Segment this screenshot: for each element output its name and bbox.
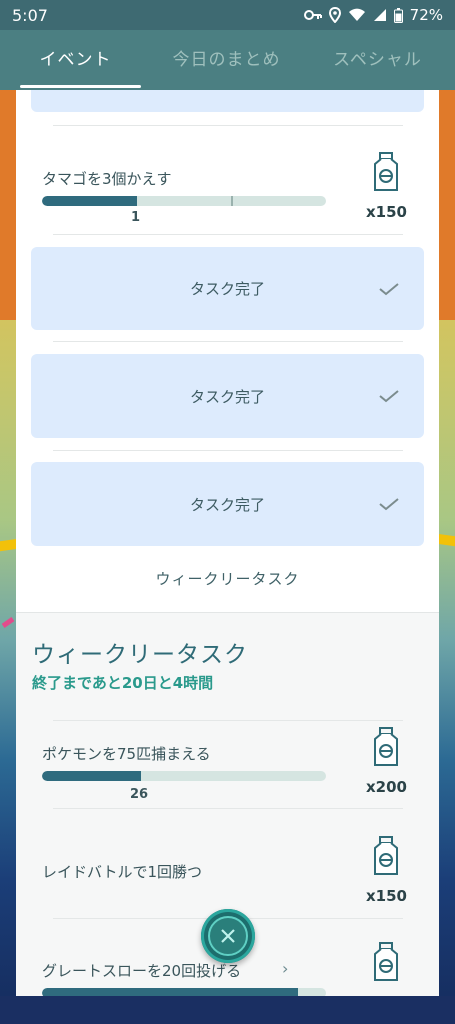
check-icon <box>379 390 399 403</box>
task-title: グレートスローを20回投げる <box>42 962 242 980</box>
completed-task-box[interactable]: タスク完了 <box>31 462 424 546</box>
divider <box>53 125 403 126</box>
task-complete-label: タスク完了 <box>189 280 265 298</box>
divider <box>53 341 403 342</box>
progress-fill <box>42 196 137 206</box>
tab-special[interactable]: スペシャル <box>302 30 453 90</box>
progress-value: 26 <box>130 787 149 802</box>
completed-task-box[interactable]: タスク完了 <box>31 247 424 330</box>
task-title: タマゴを3個かえす <box>42 170 172 188</box>
divider <box>53 450 403 451</box>
divider <box>53 720 403 721</box>
close-button[interactable] <box>201 909 255 963</box>
battery-icon <box>393 7 403 23</box>
time-remaining: 終了まであと20日と4時間 <box>32 674 214 692</box>
reward-quantity: x150 <box>366 887 407 905</box>
task-complete-label: タスク完了 <box>189 387 265 406</box>
status-bar: 5:07 72% <box>0 0 455 30</box>
completed-task-box-partial <box>31 90 424 112</box>
location-icon <box>328 7 341 23</box>
background-decoration <box>437 90 455 320</box>
progress-value: 1 <box>131 210 141 225</box>
weekly-tasks-link[interactable]: ウィークリータスク <box>16 568 439 589</box>
reward-incense-icon <box>374 727 398 766</box>
weekly-heading: ウィークリータスク <box>32 642 248 668</box>
completed-task-box[interactable]: タスク完了 <box>31 354 424 438</box>
check-icon <box>379 498 399 511</box>
task-progress-bar <box>42 771 326 781</box>
reward-incense-icon <box>374 942 398 981</box>
key-icon <box>303 10 322 20</box>
check-icon <box>379 282 399 295</box>
task-list-card[interactable]: タマゴを3個かえす 1 x150 タスク完了 タスク完了 タスク完了 ウィークリ… <box>16 90 439 1024</box>
progress-tick <box>231 196 233 206</box>
tab-event[interactable]: イベント <box>0 30 151 90</box>
tab-today-summary[interactable]: 今日のまとめ <box>151 30 302 90</box>
task-title: ポケモンを75匹捕まえる <box>42 745 211 763</box>
divider <box>53 234 403 235</box>
chevron-right-icon[interactable]: › <box>282 959 288 978</box>
signal-icon <box>373 9 386 21</box>
status-time: 5:07 <box>12 5 48 25</box>
divider <box>53 808 403 809</box>
task-complete-label: タスク完了 <box>189 495 265 514</box>
reward-incense-icon <box>374 836 398 875</box>
battery-level: 72% <box>409 6 443 24</box>
progress-fill <box>42 771 141 781</box>
reward-quantity: x200 <box>366 778 407 796</box>
reward-incense-icon <box>374 152 398 191</box>
tab-bar: イベント 今日のまとめ スペシャル <box>0 30 455 90</box>
task-progress-bar <box>42 196 326 206</box>
close-icon <box>221 929 235 943</box>
reward-quantity: x150 <box>366 203 407 221</box>
task-title: レイドバトルで1回勝つ <box>42 863 202 881</box>
bottom-background <box>0 996 455 1024</box>
wifi-icon <box>348 8 365 21</box>
